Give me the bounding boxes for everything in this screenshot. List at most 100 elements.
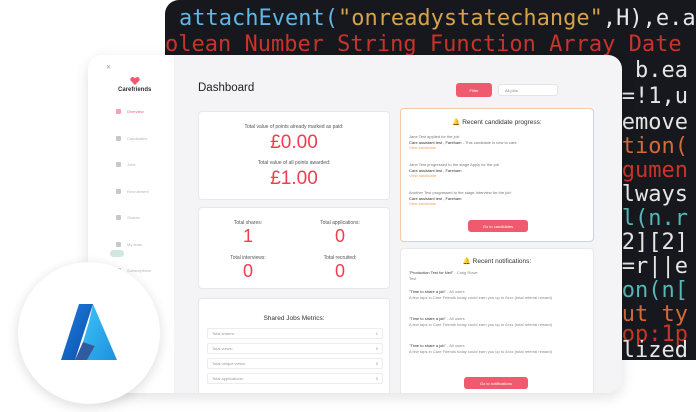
stat-interviews: Total interviews: 0	[203, 255, 293, 281]
points-awarded-value: £1.00	[270, 168, 318, 189]
code-fragment: lized	[621, 338, 688, 360]
stat-value: 0	[242, 261, 253, 281]
metrics-label: Total unique views:	[212, 361, 246, 366]
points-awarded-label: Total value of all points awarded:	[257, 160, 331, 166]
notification-item: "Time to share a job" - All users A few …	[409, 316, 585, 327]
main-content: Dashboard Filter All jobs Total value of…	[174, 55, 622, 393]
code-fragment: b.ea	[635, 58, 688, 83]
sidebar-item-label: Jobs	[127, 162, 136, 167]
notifications-card: 🔔 Recent notifications: "Production Test…	[400, 248, 594, 393]
sidebar-decoration	[110, 250, 124, 257]
metrics-row: Total applications: 0	[207, 373, 383, 384]
go-to-candidates-button[interactable]: Go to candidates	[468, 220, 528, 232]
notification-head: "Time to share a job"	[409, 343, 446, 348]
stat-value: 1	[242, 226, 253, 246]
jobs-icon	[116, 162, 121, 167]
notification-meta: - All users	[447, 289, 465, 294]
stats-card: Total shares: 1 Total applications: 0 Tota…	[198, 207, 390, 289]
heart-logo-icon	[129, 77, 140, 85]
sidebar-item-label: Recruitment	[127, 188, 149, 194]
sidebar-item-label: Candidates	[127, 135, 148, 141]
brand-logo: Carefriends	[118, 77, 151, 93]
bell-icon: 🔔	[452, 119, 461, 126]
code-fragment: =r||e	[621, 254, 688, 279]
notification-meta: - Craig Rowe	[454, 270, 478, 275]
metrics-value: 0	[375, 346, 378, 351]
notification-body: Test	[409, 275, 417, 281]
sidebar-item-label: My team	[127, 241, 143, 247]
view-candidate-link[interactable]: View candidate	[409, 201, 585, 207]
notification-item: "Time to share a job" - All users A few …	[409, 289, 585, 300]
sidebar-item-my-team[interactable]: My team	[116, 238, 151, 251]
brand-name: Carefriends	[118, 87, 152, 93]
view-candidate-link[interactable]: View candidate	[409, 145, 585, 151]
overview-icon	[116, 109, 121, 114]
notification-body: A few taps in Care Friends today could e…	[409, 294, 552, 300]
progress-item: Jane Test progressed to the stage Apply …	[409, 162, 585, 179]
metrics-row: Total views: 0	[207, 343, 383, 354]
metrics-label: Total applications:	[212, 376, 244, 381]
metrics-label: Total shares:	[212, 331, 235, 336]
progress-title: 🔔 Recent candidate progress:	[401, 118, 593, 126]
notification-item: "Time to share a job" - All users A few …	[409, 343, 585, 354]
metrics-value: 0	[375, 361, 378, 366]
candidate-progress-card: 🔔 Recent candidate progress: Jane Test a…	[400, 108, 594, 242]
azure-logo-icon	[61, 304, 117, 360]
view-candidate-link[interactable]: View candidate	[409, 173, 585, 179]
code-fragment: =!1,u	[621, 84, 688, 109]
bell-icon: 🔔	[462, 258, 471, 265]
stat-shares: Total shares: 1	[203, 220, 293, 246]
code-fragment: l(n.r	[621, 206, 688, 231]
metrics-value: 1	[375, 331, 378, 336]
progress-title-text: Recent candidate progress:	[462, 119, 542, 126]
notification-head: "Time to share a job"	[409, 289, 446, 294]
filter-button[interactable]: Filter	[456, 83, 492, 97]
code-fragment: gumen	[621, 158, 688, 183]
notification-body: A few taps in Care Friends today could e…	[409, 321, 552, 327]
code-fragment: lways	[621, 182, 688, 207]
notification-head: "Production Test for Neil"	[409, 270, 454, 275]
notification-item: "Production Test for Neil" - Craig Rowe …	[409, 270, 585, 281]
code-line-1: attachEvent("onreadystatechange",H),e.at…	[179, 6, 696, 32]
progress-note: - This candidate is new to care	[462, 139, 517, 145]
notification-head: "Time to share a job"	[409, 316, 446, 321]
sidebar-item-shares[interactable]: Shares	[116, 211, 151, 224]
sidebar-item-candidates[interactable]: Candidates	[116, 132, 151, 145]
metrics-row: Total unique views: 0	[207, 358, 383, 369]
app-window: ✕ Carefriends Overview Candidates Jobs R…	[88, 55, 622, 393]
stat-recruited: Total recruited: 0	[295, 255, 385, 281]
progress-item: Another Test progressed to the stage Int…	[409, 190, 585, 207]
code-fragment: tion(	[621, 134, 688, 159]
metrics-value: 0	[375, 376, 378, 381]
code-fragment: on(n[	[621, 278, 688, 303]
azure-badge	[18, 262, 160, 404]
notifications-title-text: Recent notifications:	[472, 258, 532, 265]
team-icon	[116, 241, 121, 247]
stat-value: 0	[334, 226, 345, 246]
stat-value: 0	[334, 261, 345, 281]
progress-job: Care assistant test , Fareham	[409, 139, 462, 145]
metrics-row: Total shares: 1	[207, 328, 383, 339]
sidebar-item-overview[interactable]: Overview	[116, 105, 151, 118]
notification-body: A few taps in Care Friends today could e…	[409, 348, 552, 354]
code-token: ,H),e.attach	[602, 6, 696, 31]
close-icon[interactable]: ✕	[106, 64, 111, 71]
page-title: Dashboard	[198, 82, 255, 94]
sidebar-item-label: Overview	[127, 109, 144, 114]
shared-jobs-metrics-card: Shared Jobs Metrics: Total shares: 1 Tota…	[198, 298, 390, 393]
code-fragment: 2][2]	[621, 230, 688, 255]
points-paid-label: Total value of points already marked as …	[244, 124, 344, 130]
notifications-title: 🔔 Recent notifications:	[401, 257, 593, 265]
points-paid-value: £0.00	[270, 132, 318, 153]
sidebar-item-jobs[interactable]: Jobs	[116, 158, 151, 171]
go-to-notifications-button[interactable]: Go to notifications	[464, 377, 528, 389]
code-string-token: "onreadystatechange"	[337, 6, 603, 31]
progress-item: Jane Test applied for the job: Care assi…	[409, 134, 585, 151]
notification-meta: - All users	[447, 343, 465, 348]
candidates-icon	[116, 135, 121, 141]
metrics-title: Shared Jobs Metrics:	[263, 315, 325, 322]
job-filter-select[interactable]: All jobs	[498, 84, 558, 96]
metrics-label: Total views:	[212, 346, 233, 351]
sidebar-item-recruitment[interactable]: Recruitment	[116, 185, 151, 198]
shares-icon	[116, 215, 121, 220]
